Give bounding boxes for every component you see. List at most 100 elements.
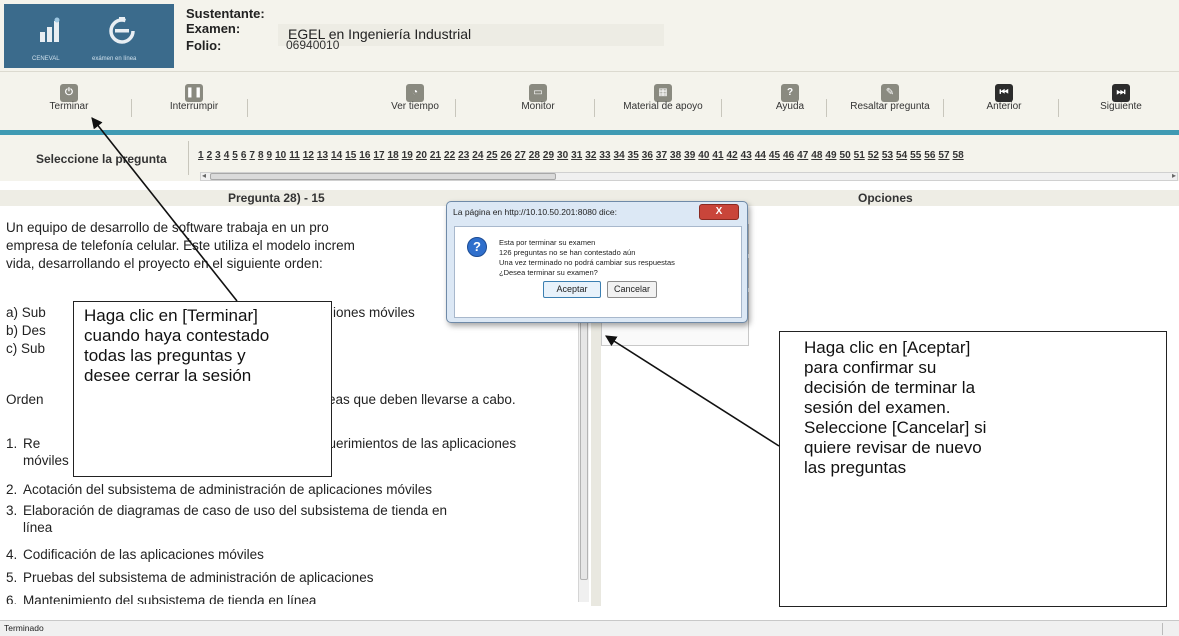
question-number-link[interactable]: 18: [388, 150, 399, 161]
question-intro-line: vida, desarrollando el proyecto en el si…: [6, 256, 323, 271]
question-number-link[interactable]: 8: [258, 150, 264, 161]
question-number-link[interactable]: 20: [416, 150, 427, 161]
ayuda-button[interactable]: ? Ayuda: [764, 72, 816, 130]
question-number-link[interactable]: 15: [345, 150, 356, 161]
question-number-link[interactable]: 16: [359, 150, 370, 161]
question-number-link[interactable]: 54: [896, 150, 907, 161]
callout-line: quiere revisar de nuevo: [804, 438, 982, 457]
question-number-link[interactable]: 42: [727, 150, 738, 161]
interrumpir-button[interactable]: ❚❚ Interrumpir: [160, 72, 228, 130]
question-number-link[interactable]: 17: [373, 150, 384, 161]
question-number-link[interactable]: 30: [557, 150, 568, 161]
option-b-text: b) Des: [6, 323, 46, 338]
question-number-link[interactable]: 48: [811, 150, 822, 161]
question-number-link[interactable]: 50: [840, 150, 851, 161]
close-icon[interactable]: X: [699, 204, 739, 220]
scroll-left-icon[interactable]: ◂: [202, 171, 206, 180]
exam-header: CENEVAL exámen en línea Sustentante: Exa…: [0, 0, 1179, 72]
ver-tiempo-button[interactable]: ◔ Ver tiempo: [380, 72, 450, 130]
anterior-button[interactable]: ⏮ Anterior: [974, 72, 1034, 130]
logo-panel: CENEVAL exámen en línea: [4, 4, 174, 68]
question-number-link[interactable]: 47: [797, 150, 808, 161]
question-number-link[interactable]: 52: [868, 150, 879, 161]
question-number-link[interactable]: 12: [303, 150, 314, 161]
question-number-link[interactable]: 51: [854, 150, 865, 161]
horizontal-scrollbar[interactable]: ◂ ▸: [200, 171, 1178, 181]
question-number-link[interactable]: 28: [529, 150, 540, 161]
question-number-link[interactable]: 58: [953, 150, 964, 161]
question-number-link[interactable]: 27: [515, 150, 526, 161]
ceneval-logo-text: CENEVAL: [32, 56, 60, 62]
question-number-link[interactable]: 57: [938, 150, 949, 161]
step-item: 3. Elaboración de diagramas de caso de u…: [6, 503, 566, 543]
question-number-link[interactable]: 11: [289, 150, 300, 161]
confirm-dialog: La página en http://10.10.50.201:8080 di…: [446, 201, 748, 323]
question-number-link[interactable]: 56: [924, 150, 935, 161]
question-selector: Seleccione la pregunta 1 2 3 4 5 6 7 8 9 10 11 12 13…: [0, 135, 1179, 181]
question-number-link[interactable]: 3: [215, 150, 221, 161]
question-number-link[interactable]: 4: [224, 150, 230, 161]
question-number-link[interactable]: 29: [543, 150, 554, 161]
question-number-link[interactable]: 21: [430, 150, 441, 161]
question-number-link[interactable]: 33: [599, 150, 610, 161]
question-number-link[interactable]: 10: [275, 150, 286, 161]
toolbar-separator: [247, 99, 248, 117]
resaltar-pregunta-button[interactable]: ✎ Resaltar pregunta: [840, 72, 940, 130]
question-number-link[interactable]: 9: [267, 150, 273, 161]
question-number-link[interactable]: 22: [444, 150, 455, 161]
question-number-link[interactable]: 6: [241, 150, 247, 161]
question-number-link[interactable]: 46: [783, 150, 794, 161]
question-number-link[interactable]: 44: [755, 150, 766, 161]
question-number-link[interactable]: 38: [670, 150, 681, 161]
question-number-link[interactable]: 41: [712, 150, 723, 161]
question-number-link[interactable]: 1: [198, 150, 204, 161]
question-number-link[interactable]: 37: [656, 150, 667, 161]
question-intro-line: Un equipo de desarrollo de software trab…: [6, 220, 329, 235]
terminar-button[interactable]: ⏻ Terminar: [40, 72, 98, 130]
question-number-link[interactable]: 49: [825, 150, 836, 161]
question-number-link[interactable]: 23: [458, 150, 469, 161]
question-number-link[interactable]: 19: [402, 150, 413, 161]
question-number-link[interactable]: 40: [698, 150, 709, 161]
callout-line: Seleccione [Cancelar] si: [804, 418, 987, 437]
question-number-link[interactable]: 24: [472, 150, 483, 161]
question-number-link[interactable]: 5: [232, 150, 238, 161]
scroll-right-icon[interactable]: ▸: [1172, 171, 1176, 180]
monitor-button[interactable]: ▭ Monitor: [506, 72, 570, 130]
question-number-link[interactable]: 14: [331, 150, 342, 161]
option-c-text: c) Sub: [6, 341, 46, 356]
step-number: 4.: [6, 547, 18, 562]
callout-line: Haga clic en [Aceptar]: [804, 338, 971, 357]
question-number-link[interactable]: 26: [501, 150, 512, 161]
callout-line: todas las preguntas y: [84, 346, 246, 365]
question-number-link[interactable]: 45: [769, 150, 780, 161]
question-number-link[interactable]: 36: [642, 150, 653, 161]
dialog-message-line: Esta por terminar su examen: [499, 238, 596, 247]
question-number-link[interactable]: 55: [910, 150, 921, 161]
question-number-link[interactable]: 34: [614, 150, 625, 161]
material-de-apoyo-button[interactable]: ▦ Material de apoyo: [614, 72, 712, 130]
question-number-link[interactable]: 2: [207, 150, 213, 161]
toolbar-separator: [455, 99, 456, 117]
question-number-link[interactable]: 43: [741, 150, 752, 161]
question-number-link[interactable]: 53: [882, 150, 893, 161]
toolbar-separator: [943, 99, 944, 117]
aceptar-arrow: [605, 335, 780, 447]
question-number-link[interactable]: 32: [585, 150, 596, 161]
question-number-link[interactable]: 31: [571, 150, 582, 161]
aceptar-button[interactable]: Aceptar: [543, 281, 601, 298]
cancelar-button[interactable]: Cancelar: [607, 281, 657, 298]
question-number-link[interactable]: 39: [684, 150, 695, 161]
question-number-link[interactable]: 7: [249, 150, 255, 161]
status-text: Terminado: [4, 623, 44, 633]
question-number-link[interactable]: 25: [486, 150, 497, 161]
question-number-link[interactable]: 13: [317, 150, 328, 161]
question-number-link[interactable]: 35: [628, 150, 639, 161]
step-text: Codificación de las aplicaciones móviles: [23, 547, 264, 562]
siguiente-button[interactable]: ⏭ Siguiente: [1090, 72, 1152, 130]
power-icon: ⏻: [60, 84, 78, 102]
step-text: Re: [23, 436, 41, 451]
ayuda-label: Ayuda: [775, 101, 805, 112]
scrollbar-thumb[interactable]: [210, 173, 556, 180]
monitor-icon: ▭: [529, 84, 547, 102]
